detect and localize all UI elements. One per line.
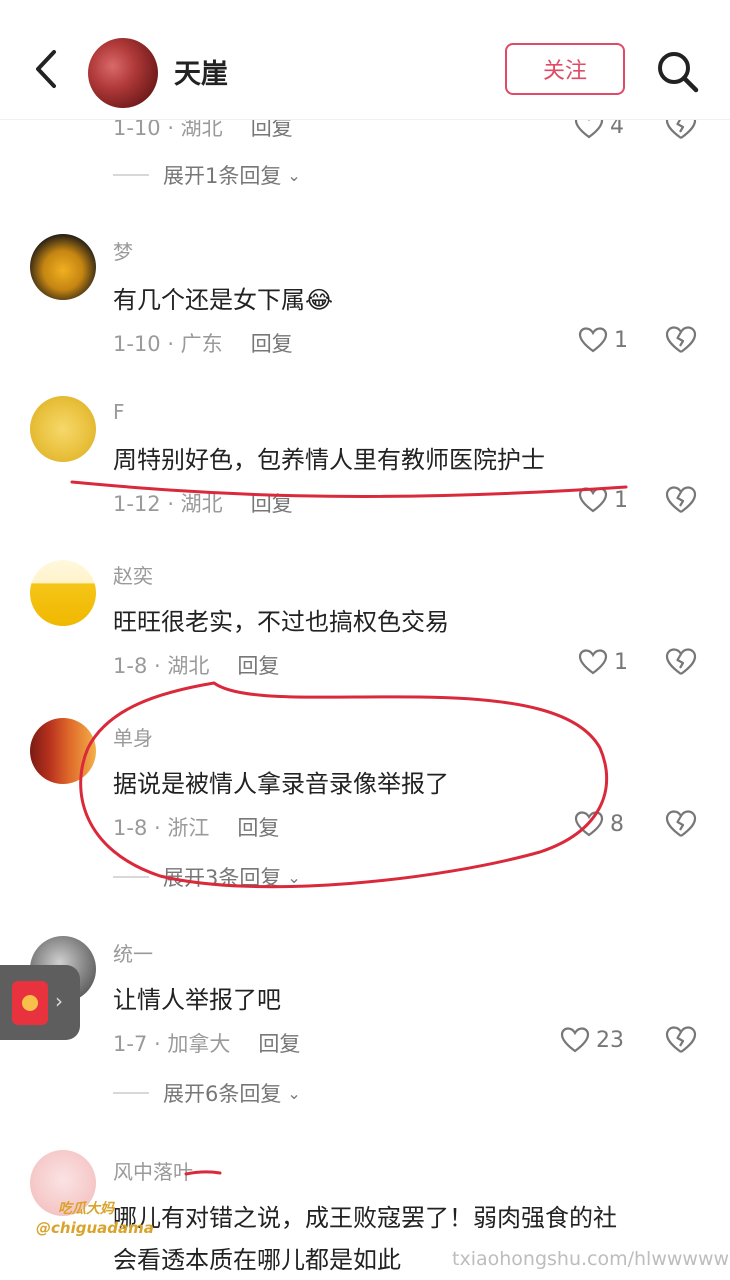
comment-username[interactable]: 风中落叶: [113, 1156, 193, 1185]
comment-meta: 1-12 · 湖北 回复: [113, 488, 293, 518]
broken-heart-icon[interactable]: [664, 808, 698, 840]
expand-label: 展开3条回复: [163, 866, 282, 890]
like-count: 8: [610, 811, 624, 837]
watermark-handle: @chiguadama: [36, 1219, 154, 1237]
comment-username[interactable]: 统一: [113, 938, 153, 967]
comment-username[interactable]: F: [113, 400, 125, 424]
red-packet-icon: [12, 981, 48, 1025]
watermark-brand: 吃瓜大妈: [58, 1201, 114, 1217]
heart-icon: [578, 327, 608, 353]
heart-icon: [574, 811, 604, 837]
comment-username[interactable]: 单身: [113, 722, 153, 751]
user-avatar[interactable]: [30, 234, 96, 300]
comment-text: 据说是被情人拿录音录像举报了: [113, 770, 449, 798]
user-avatar[interactable]: [30, 718, 96, 784]
comment-meta: 1-8 · 湖北 回复: [113, 650, 279, 680]
like-count: 1: [614, 649, 628, 675]
comment-text: 有几个还是女下属😂: [113, 286, 334, 314]
back-arrow-icon[interactable]: [28, 46, 68, 92]
chevron-down-icon: ⌄: [287, 1083, 301, 1103]
comment-username[interactable]: 赵奕: [113, 560, 153, 589]
chevron-right-icon: ›: [55, 989, 63, 1013]
watermark-site: txiaohongshu.com/hlwwwww: [452, 1248, 730, 1270]
red-annotation-marks: [70, 480, 628, 1176]
reply-button[interactable]: 回复: [237, 816, 279, 840]
red-packet-float-button[interactable]: ›: [0, 965, 80, 1040]
broken-heart-icon[interactable]: [664, 646, 698, 678]
expand-label: 展开6条回复: [163, 1082, 282, 1106]
user-avatar[interactable]: [30, 396, 96, 462]
broken-heart-icon[interactable]: [664, 324, 698, 356]
comment-meta: 1-7 · 加拿大 回复: [113, 1028, 300, 1058]
like-button[interactable]: 1: [578, 326, 628, 354]
comment-meta: 1-8 · 浙江 回复: [113, 812, 279, 842]
comment-date-location: 1-12 · 湖北: [113, 492, 223, 516]
like-count: 1: [614, 487, 628, 513]
comment-date-location: 1-8 · 浙江: [113, 816, 210, 840]
expand-replies[interactable]: 展开6条回复 ⌄: [113, 1078, 301, 1108]
comment-date-location: 1-8 · 湖北: [113, 654, 210, 678]
expand-label: 展开1条回复: [163, 164, 282, 188]
reply-button[interactable]: 回复: [258, 1032, 300, 1056]
like-button[interactable]: 8: [574, 810, 624, 838]
comment-text: 周特别好色，包养情人里有教师医院护士: [113, 446, 545, 474]
comment-text-continued: 会看透本质在哪儿都是如此: [113, 1246, 401, 1274]
search-icon[interactable]: [656, 50, 700, 94]
like-button[interactable]: 1: [578, 486, 628, 514]
top-bar: 天崖 关注: [0, 0, 730, 120]
heart-icon: [560, 1027, 590, 1053]
profile-name[interactable]: 天崖: [174, 52, 228, 91]
like-button[interactable]: 23: [560, 1026, 624, 1054]
heart-icon: [578, 487, 608, 513]
broken-heart-icon[interactable]: [664, 484, 698, 516]
chevron-down-icon: ⌄: [287, 867, 301, 887]
expand-replies[interactable]: 展开3条回复 ⌄: [113, 862, 301, 892]
reply-button[interactable]: 回复: [251, 492, 293, 516]
comment-text: 让情人举报了吧: [113, 986, 281, 1014]
heart-icon: [578, 649, 608, 675]
comment-text: 旺旺很老实，不过也搞权色交易: [113, 608, 449, 636]
like-count: 1: [614, 327, 628, 353]
comment-username[interactable]: 梦: [113, 236, 133, 265]
chevron-down-icon: ⌄: [287, 165, 301, 185]
comment-text: 哪儿有对错之说，成王败寇罢了！弱肉强食的社: [113, 1204, 617, 1232]
expand-replies[interactable]: 展开1条回复 ⌄: [113, 160, 301, 190]
follow-button[interactable]: 关注: [505, 43, 625, 95]
like-count: 23: [596, 1027, 624, 1053]
reply-button[interactable]: 回复: [237, 654, 279, 678]
like-button[interactable]: 1: [578, 648, 628, 676]
user-avatar[interactable]: [30, 560, 96, 626]
comment-date-location: 1-10 · 广东: [113, 332, 223, 356]
broken-heart-icon[interactable]: [664, 1024, 698, 1056]
comment-date-location: 1-7 · 加拿大: [113, 1032, 231, 1056]
reply-button[interactable]: 回复: [251, 332, 293, 356]
profile-avatar[interactable]: [88, 38, 158, 108]
comment-meta: 1-10 · 广东 回复: [113, 328, 293, 358]
